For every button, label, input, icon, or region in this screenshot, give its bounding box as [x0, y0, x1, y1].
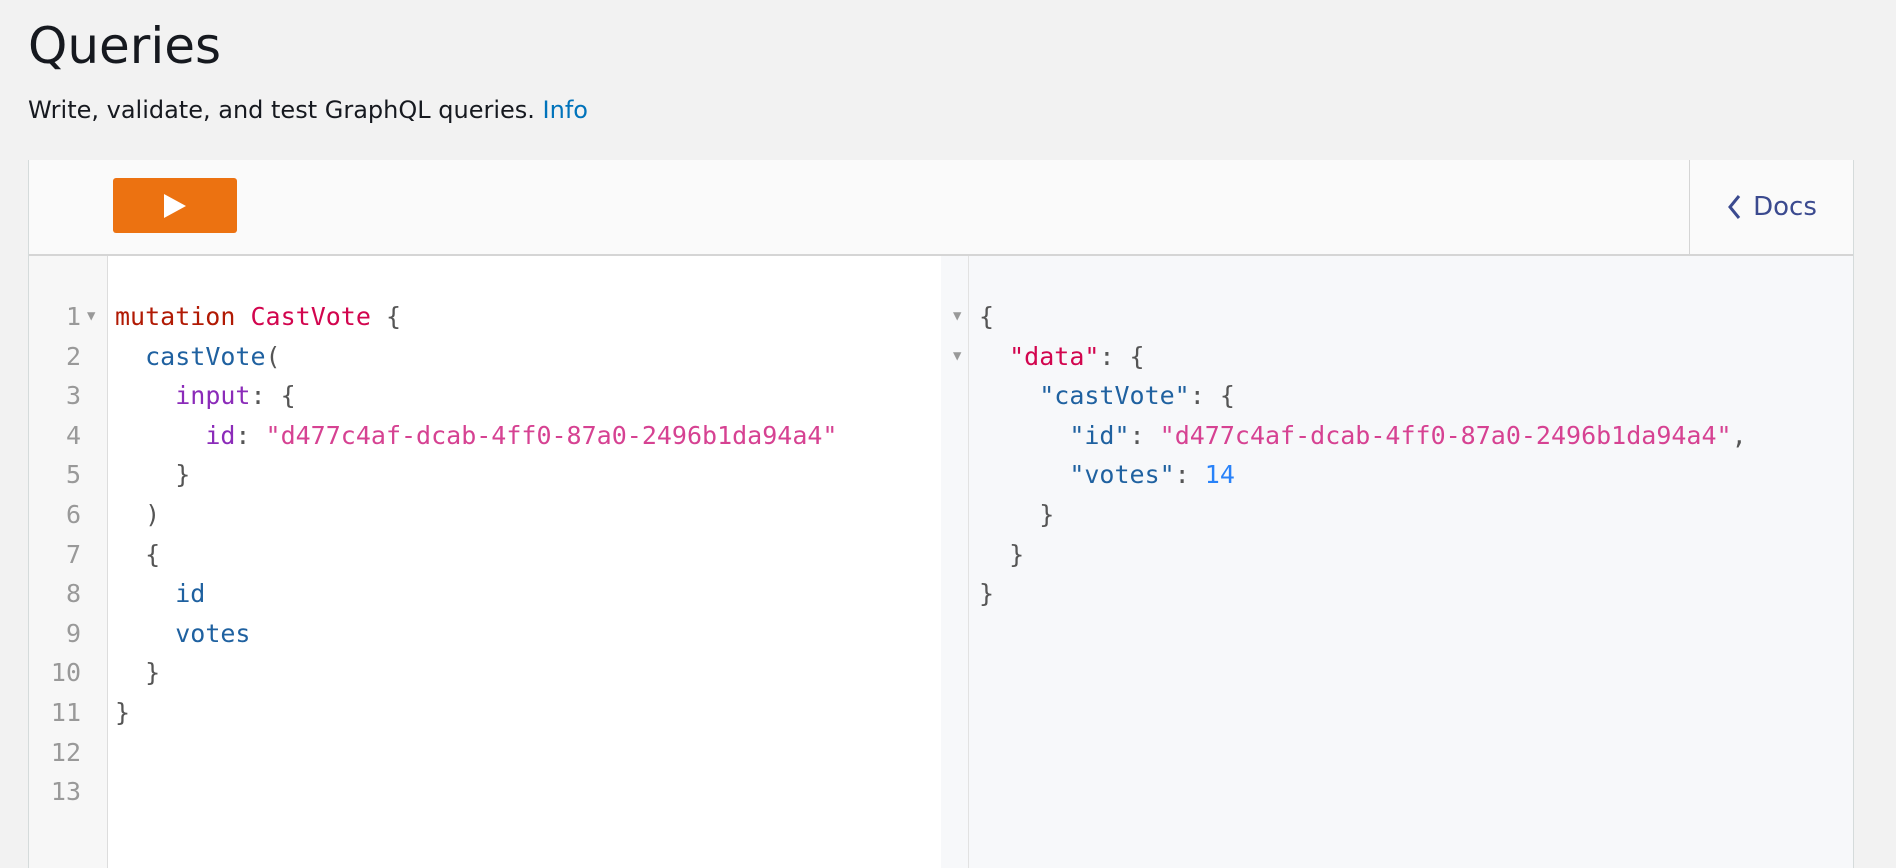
query-editor[interactable]: 1 2 3 4 5 6 7 8 9 10 11 12 13 ▼ mutation CastVote { ca…	[29, 256, 941, 868]
result-token: : {	[1189, 381, 1235, 411]
code-line: {	[115, 535, 160, 575]
line-number: 11	[50, 698, 81, 727]
line-number: 13	[50, 777, 81, 807]
result-token: 14	[1204, 460, 1235, 490]
toolbar: Docs	[29, 160, 1853, 256]
code-token: )	[115, 500, 161, 529]
result-token: "castVote"	[1039, 381, 1190, 411]
line-number: 3	[65, 381, 81, 411]
result-line: "data": {	[979, 337, 1145, 377]
result-token: {	[979, 302, 995, 331]
result-token	[979, 342, 1009, 371]
line-number: 6	[65, 500, 81, 529]
result-line: }	[979, 495, 1054, 535]
code-token: }	[115, 658, 161, 688]
code-token: CastVote	[250, 302, 371, 331]
code-line: id: "d477c4af-dcab-4ff0-87a0-2496b1da94a…	[115, 416, 837, 456]
code-token: castVote	[145, 341, 266, 371]
code-token: "d477c4af-dcab-4ff0-87a0-2496b1da94a4"	[265, 420, 838, 450]
line-number: 1	[65, 302, 81, 331]
line-number: 4	[65, 420, 81, 450]
result-token: : {	[1099, 341, 1145, 371]
line-number: 7	[65, 539, 81, 569]
result-line: {	[979, 297, 994, 337]
result-token: }	[979, 579, 995, 609]
fold-arrow-icon[interactable]: ▼	[953, 297, 961, 337]
code-token: }	[115, 698, 131, 727]
fold-arrow-icon[interactable]: ▼	[953, 337, 961, 377]
result-line: "votes": 14	[979, 455, 1235, 495]
code-line: votes	[115, 614, 250, 654]
code-token: votes	[175, 618, 251, 648]
code-token: id	[205, 420, 236, 450]
subtitle-text: Write, validate, and test GraphQL querie…	[28, 96, 535, 124]
chevron-left-icon	[1728, 195, 1741, 219]
code-token: (	[265, 341, 281, 371]
result-token: "id"	[1069, 420, 1130, 450]
code-token: mutation	[115, 302, 236, 331]
docs-button[interactable]: Docs	[1689, 160, 1854, 254]
result-token: "d477c4af-dcab-4ff0-87a0-2496b1da94a4"	[1159, 420, 1732, 450]
result-token: :	[1174, 460, 1205, 490]
code-token: }	[115, 460, 191, 490]
line-number: 5	[65, 460, 81, 490]
code-token: :	[235, 420, 266, 450]
result-token	[979, 381, 1039, 410]
result-token: :	[1129, 420, 1160, 450]
fold-arrow-icon[interactable]: ▼	[87, 297, 95, 337]
code-token: id	[175, 579, 206, 609]
result-token: }	[979, 539, 1025, 569]
code-line: )	[115, 495, 160, 535]
line-number: 2	[65, 341, 81, 371]
code-line: castVote(	[115, 337, 281, 377]
code-token: : {	[250, 381, 296, 411]
code-token: {	[370, 302, 402, 331]
graphql-explorer: Docs 1 2 3 4 5 6 7 8 9 10 11 12 13 ▼ mutation CastVote…	[28, 160, 1854, 868]
code-line: }	[115, 455, 190, 495]
line-number: 10	[50, 658, 81, 688]
result-token	[979, 421, 1069, 450]
result-line: }	[979, 574, 994, 614]
info-link[interactable]: Info	[543, 96, 588, 124]
code-token: input	[175, 381, 251, 411]
run-query-button[interactable]	[113, 178, 237, 233]
line-number: 12	[50, 737, 81, 767]
result-line: "castVote": {	[979, 376, 1235, 416]
code-token: {	[115, 539, 161, 569]
result-token	[979, 460, 1069, 489]
code-line: mutation CastVote {	[115, 297, 401, 337]
result-token: }	[979, 500, 1055, 529]
code-line: id	[115, 574, 205, 614]
result-token: "data"	[1009, 341, 1100, 371]
page-title: Queries	[28, 17, 222, 75]
result-token: ,	[1731, 420, 1747, 450]
result-line: }	[979, 535, 1024, 575]
code-line: }	[115, 693, 130, 733]
line-number: 9	[65, 618, 81, 648]
docs-label: Docs	[1753, 192, 1817, 222]
result-line: "id": "d477c4af-dcab-4ff0-87a0-2496b1da9…	[979, 416, 1747, 456]
code-line: input: {	[115, 376, 296, 416]
line-number: 8	[65, 579, 81, 609]
code-line: }	[115, 653, 160, 693]
result-token: "votes"	[1069, 460, 1175, 490]
page-subtitle: Write, validate, and test GraphQL querie…	[28, 92, 588, 128]
play-icon	[164, 193, 186, 218]
